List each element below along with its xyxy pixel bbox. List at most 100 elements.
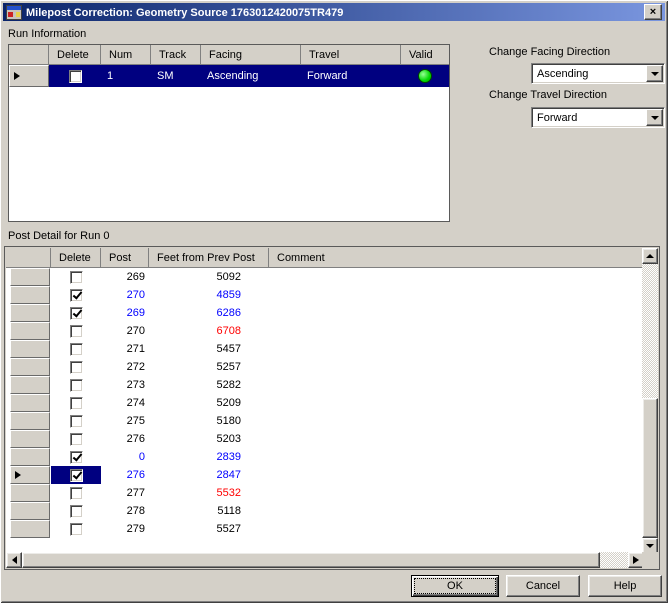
row-selector-cell[interactable] [10, 520, 50, 538]
run-header-track[interactable]: Track [151, 45, 201, 64]
post-cell[interactable]: 270 [101, 322, 149, 340]
post-table-row[interactable]: 2695092 [6, 268, 644, 286]
delete-checkbox[interactable] [70, 505, 83, 518]
track-cell[interactable]: SM [151, 65, 201, 87]
post-table-row[interactable]: 2765203 [6, 430, 644, 448]
run-header-travel[interactable]: Travel [301, 45, 401, 64]
feet-cell[interactable]: 5457 [149, 340, 269, 358]
delete-cell[interactable] [51, 394, 101, 412]
post-cell[interactable]: 278 [101, 502, 149, 520]
vertical-scroll-thumb[interactable] [642, 398, 658, 538]
row-selector-cell[interactable] [10, 286, 50, 304]
feet-cell[interactable]: 5257 [149, 358, 269, 376]
row-selector-cell[interactable] [10, 268, 50, 286]
run-header-facing[interactable]: Facing [201, 45, 301, 64]
horizontal-scroll-thumb[interactable] [22, 552, 600, 568]
feet-cell[interactable]: 5118 [149, 502, 269, 520]
cancel-button[interactable]: Cancel [506, 575, 580, 597]
comment-cell[interactable] [269, 376, 644, 394]
post-grid-horizontal-scrollbar[interactable] [6, 552, 644, 568]
feet-cell[interactable]: 5180 [149, 412, 269, 430]
delete-checkbox[interactable] [70, 271, 83, 284]
row-selector-cell[interactable] [10, 304, 50, 322]
delete-cell[interactable] [51, 466, 101, 484]
row-selector-cell[interactable] [10, 430, 50, 448]
row-selector-cell[interactable] [10, 340, 50, 358]
row-selector-cell[interactable] [10, 502, 50, 520]
post-cell[interactable]: 273 [101, 376, 149, 394]
run-header-delete[interactable]: Delete [49, 45, 101, 64]
travel-dropdown-button[interactable] [646, 109, 663, 126]
post-table-row[interactable]: 2775532 [6, 484, 644, 502]
delete-cell[interactable] [51, 520, 101, 538]
delete-cell[interactable] [51, 448, 101, 466]
post-table-row[interactable]: 2745209 [6, 394, 644, 412]
comment-cell[interactable] [269, 520, 644, 538]
feet-cell[interactable]: 5203 [149, 430, 269, 448]
delete-cell[interactable] [51, 484, 101, 502]
ok-button[interactable]: OK [411, 575, 499, 597]
comment-cell[interactable] [269, 358, 644, 376]
delete-cell[interactable] [51, 286, 101, 304]
help-button[interactable]: Help [588, 575, 662, 597]
post-table-row[interactable]: 2755180 [6, 412, 644, 430]
row-selector-cell[interactable] [10, 394, 50, 412]
run-table-row[interactable]: 1SMAscendingForward [9, 65, 449, 87]
comment-cell[interactable] [269, 466, 644, 484]
comment-cell[interactable] [269, 304, 644, 322]
feet-cell[interactable]: 4859 [149, 286, 269, 304]
delete-checkbox[interactable] [70, 469, 83, 482]
comment-cell[interactable] [269, 268, 644, 286]
close-button[interactable]: × [644, 4, 662, 20]
post-cell[interactable]: 272 [101, 358, 149, 376]
row-selector-cell[interactable] [10, 484, 50, 502]
post-grid-vertical-scrollbar[interactable] [642, 248, 658, 554]
delete-checkbox[interactable] [70, 415, 83, 428]
delete-checkbox[interactable] [70, 433, 83, 446]
comment-cell[interactable] [269, 448, 644, 466]
horizontal-scroll-track[interactable] [22, 552, 628, 568]
delete-cell[interactable] [51, 376, 101, 394]
delete-cell[interactable] [51, 304, 101, 322]
feet-cell[interactable]: 2839 [149, 448, 269, 466]
delete-cell[interactable] [51, 502, 101, 520]
row-selector-cell[interactable] [9, 65, 49, 87]
scroll-up-button[interactable] [642, 248, 658, 264]
num-cell[interactable]: 1 [101, 65, 151, 87]
post-table-row[interactable]: 2706708 [6, 322, 644, 340]
travel-cell[interactable]: Forward [301, 65, 401, 87]
comment-cell[interactable] [269, 484, 644, 502]
post-table-row[interactable]: 2762847 [6, 466, 644, 484]
run-header-valid[interactable]: Valid [401, 45, 449, 64]
post-table-row[interactable]: 2785118 [6, 502, 644, 520]
title-bar[interactable]: Milepost Correction: Geometry Source 176… [3, 3, 665, 21]
delete-checkbox[interactable] [70, 307, 83, 320]
delete-checkbox[interactable] [70, 343, 83, 356]
post-cell[interactable]: 277 [101, 484, 149, 502]
change-travel-direction-dropdown[interactable]: Forward [531, 107, 665, 128]
vertical-scroll-track[interactable] [642, 264, 658, 538]
feet-cell[interactable]: 2847 [149, 466, 269, 484]
delete-cell[interactable] [49, 65, 101, 87]
feet-cell[interactable]: 5282 [149, 376, 269, 394]
post-header-delete[interactable]: Delete [51, 248, 101, 267]
post-cell[interactable]: 276 [101, 466, 149, 484]
post-cell[interactable]: 269 [101, 304, 149, 322]
post-table-row[interactable]: 2725257 [6, 358, 644, 376]
post-table-row[interactable]: 2795527 [6, 520, 644, 538]
post-cell[interactable]: 279 [101, 520, 149, 538]
feet-cell[interactable]: 6286 [149, 304, 269, 322]
facing-dropdown-button[interactable] [646, 65, 663, 82]
feet-cell[interactable]: 5209 [149, 394, 269, 412]
change-facing-direction-dropdown[interactable]: Ascending [531, 63, 665, 84]
delete-checkbox[interactable] [70, 361, 83, 374]
post-table-row[interactable]: 2735282 [6, 376, 644, 394]
run-header-num[interactable]: Num [101, 45, 151, 64]
delete-cell[interactable] [51, 268, 101, 286]
post-header-feet[interactable]: Feet from Prev Post [149, 248, 269, 267]
row-selector-cell[interactable] [10, 322, 50, 340]
feet-cell[interactable]: 6708 [149, 322, 269, 340]
post-cell[interactable]: 0 [101, 448, 149, 466]
feet-cell[interactable]: 5527 [149, 520, 269, 538]
delete-checkbox[interactable] [70, 379, 83, 392]
